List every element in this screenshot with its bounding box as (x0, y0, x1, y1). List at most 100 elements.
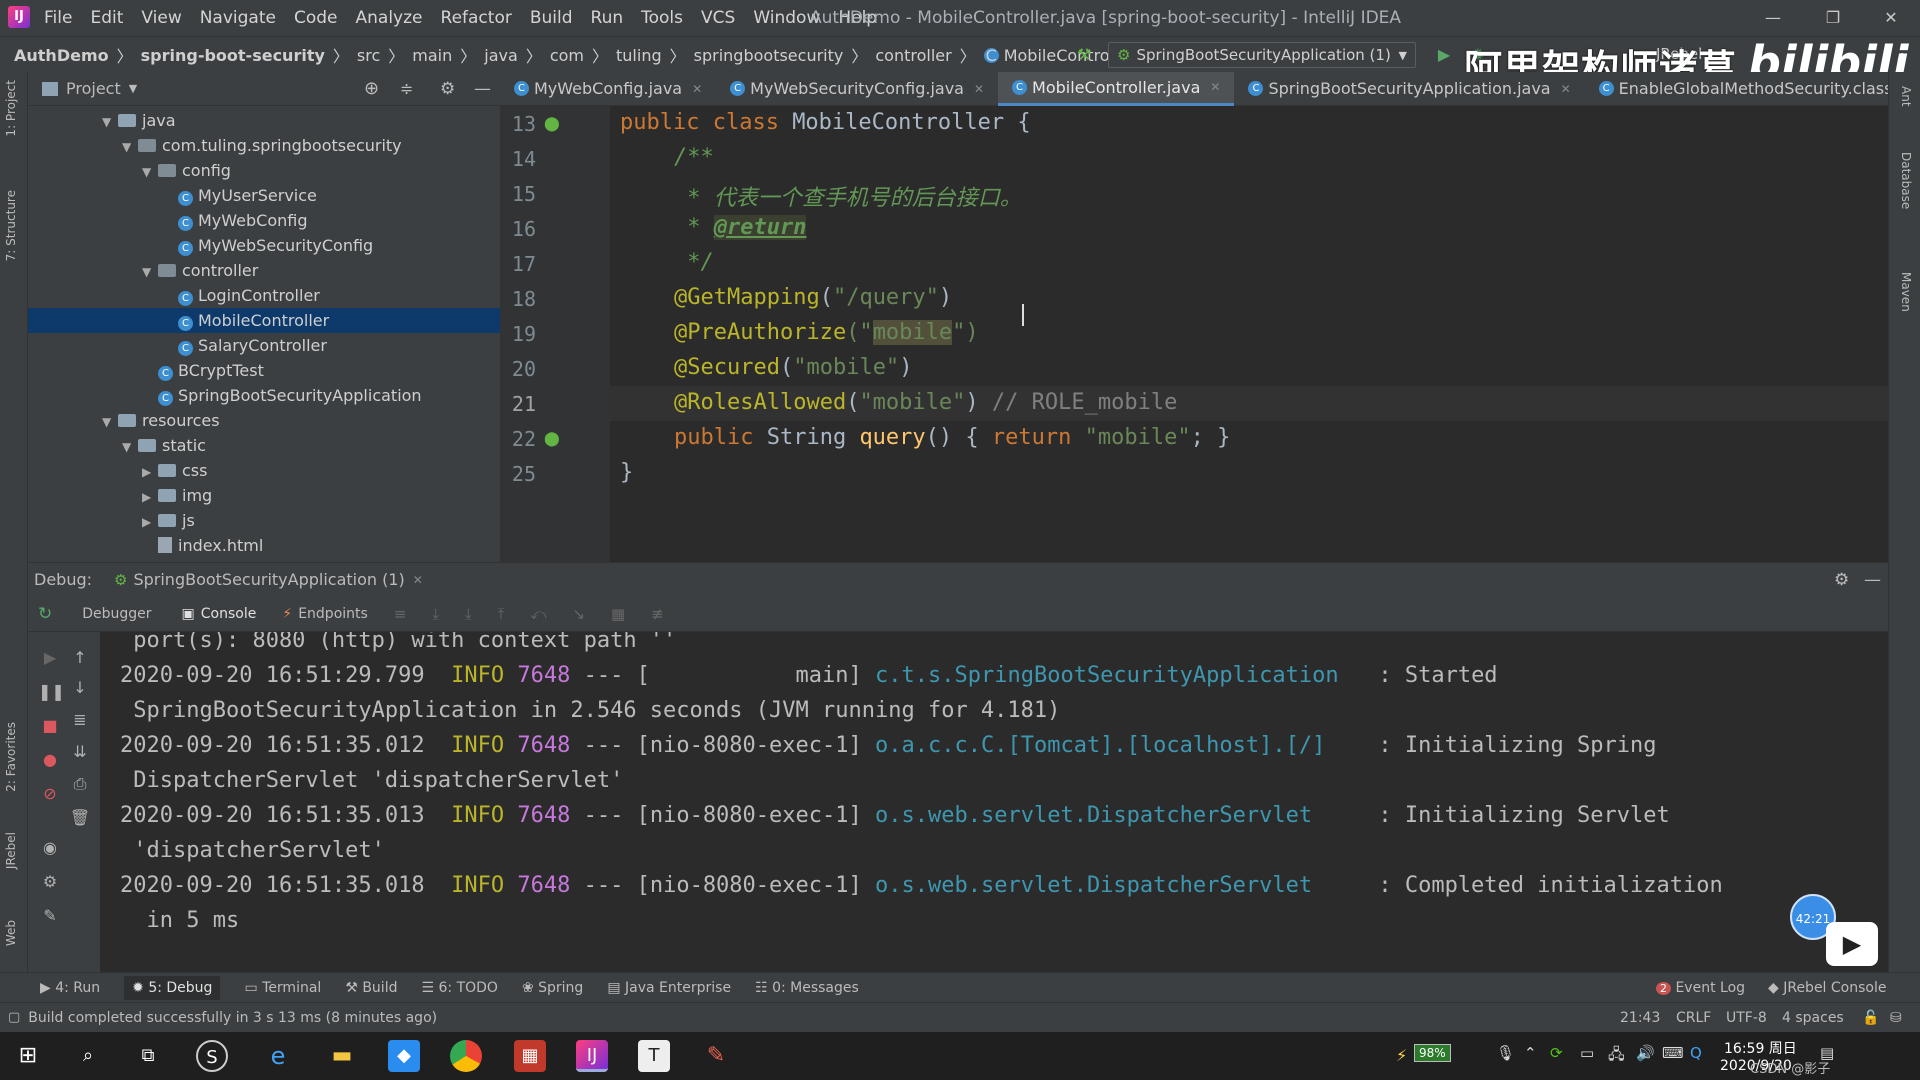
gear-icon[interactable]: ⚙ (440, 79, 455, 99)
tree-item-index-html[interactable]: index.html (28, 533, 500, 558)
tree-item-springbootsecurityapplication[interactable]: C SpringBootSecurityApplication (28, 383, 500, 408)
line-number[interactable]: 15 (500, 182, 536, 206)
battery-icon[interactable]: ▭ (1580, 1044, 1594, 1062)
stop-icon[interactable]: ■ (38, 714, 62, 738)
lock-icon[interactable]: 🔓 (1862, 1010, 1879, 1026)
crumb-main[interactable]: main (412, 46, 452, 65)
trash-icon[interactable]: 🗑 (68, 806, 92, 830)
spring-bean-icon[interactable]: ⬤ (544, 116, 560, 132)
print-icon[interactable]: ⎙ (68, 772, 92, 796)
project-tool-button[interactable]: 1: Project (4, 80, 18, 137)
network-icon[interactable]: 🖧 (1608, 1044, 1625, 1069)
crumb-controller[interactable]: controller (875, 46, 951, 65)
run-icon[interactable]: ▶ (1434, 45, 1454, 65)
line-number[interactable]: 16 (500, 217, 536, 241)
build-hammer-icon[interactable]: ⚒ (1074, 45, 1094, 65)
console-output[interactable]: port(s): 8080 (http) with context path '… (100, 632, 1888, 972)
chrome-icon[interactable] (450, 1040, 482, 1072)
structure-tool-button[interactable]: 7: Structure (4, 190, 18, 261)
mic-icon[interactable]: 🎙 (1496, 1044, 1515, 1062)
soft-wrap-icon[interactable]: ≣ (68, 708, 92, 732)
menu-build[interactable]: Build (530, 8, 573, 28)
chevron-down-icon[interactable]: ▼ (102, 410, 118, 435)
jrebel-tool-button[interactable]: JRebel (4, 832, 18, 869)
tree-item-resources[interactable]: ▼ resources (28, 408, 500, 433)
pin-icon[interactable]: ✎ (38, 904, 62, 928)
pause-icon[interactable]: ❚❚ (38, 680, 65, 704)
run-configuration-select[interactable]: ⚙ SpringBootSecurityApplication (1) ▼ (1108, 42, 1416, 68)
close-icon[interactable]: ✕ (1862, 0, 1920, 36)
chevron-down-icon[interactable]: ▼ (142, 260, 158, 285)
tool-todo[interactable]: ☰ 6: TODO (421, 980, 497, 996)
crumb-tuling[interactable]: tuling (616, 46, 662, 65)
typora-icon[interactable]: T (638, 1040, 670, 1072)
menu-run[interactable]: Run (591, 8, 624, 28)
tree-item-myuserservice[interactable]: C MyUserService (28, 183, 500, 208)
database-tool-button[interactable]: Database (1899, 152, 1913, 209)
menu-code[interactable]: Code (294, 8, 338, 28)
line-number[interactable]: 19 (500, 322, 536, 346)
hide-icon[interactable]: — (1864, 570, 1881, 590)
settings-icon[interactable]: ⚙ (38, 870, 62, 894)
minimize-icon[interactable]: — (1744, 0, 1802, 36)
debug-session-tab[interactable]: SpringBootSecurityApplication (1) (133, 570, 404, 589)
line-number[interactable]: 18 (500, 287, 536, 311)
line-number[interactable]: 25 (500, 462, 536, 486)
keyboard-icon[interactable]: ⌨ (1662, 1044, 1684, 1062)
chevron-down-icon[interactable]: ▼ (142, 160, 158, 185)
project-panel-title[interactable]: Project (66, 79, 121, 98)
chevron-up-icon[interactable]: ⌃ (1524, 1044, 1537, 1062)
camera-icon[interactable]: ◉ (38, 836, 62, 860)
tree-item-static[interactable]: ▼ static (28, 433, 500, 458)
trace-icon[interactable]: ≢ (651, 605, 664, 623)
tree-item-logincontroller[interactable]: C LoginController (28, 283, 500, 308)
scroll-to-end-icon[interactable]: ⇊ (68, 740, 92, 764)
line-number[interactable]: 17 (500, 252, 536, 276)
tab-debugger[interactable]: Debugger (82, 606, 151, 622)
crumb-com[interactable]: com (550, 46, 584, 65)
task-view-icon[interactable]: ⧉ (132, 1040, 164, 1072)
sync-icon[interactable]: ⟳ (1550, 1044, 1563, 1062)
power-icon[interactable]: ⚡ (1396, 1046, 1407, 1065)
close-tab-icon[interactable]: ✕ (1210, 80, 1220, 94)
chevron-down-icon[interactable]: ▼ (122, 135, 138, 160)
tree-item-controller[interactable]: ▼ controller (28, 258, 500, 283)
file-explorer-icon[interactable]: ▬ (326, 1040, 358, 1072)
tree-item-js[interactable]: ▶ js (28, 508, 500, 533)
volume-icon[interactable]: 🔊 (1636, 1044, 1655, 1062)
tree-item-mywebsecurityconfig[interactable]: C MyWebSecurityConfig (28, 233, 500, 258)
caret-position[interactable]: 21:43 (1620, 1010, 1660, 1026)
crumb-src[interactable]: src (357, 46, 380, 65)
evaluate-icon[interactable]: ▦ (611, 605, 625, 623)
mute-breakpoints-icon[interactable]: ⊘ (38, 782, 62, 806)
file-encoding[interactable]: UTF-8 (1726, 1010, 1767, 1026)
tab-springbootsecurityapplication-java[interactable]: C SpringBootSecurityApplication.java ✕ (1234, 72, 1584, 106)
tree-item-mobilecontroller[interactable]: C MobileController (28, 308, 500, 333)
tree-item-img[interactable]: ▶ img (28, 483, 500, 508)
scroll-down-icon[interactable]: ↓ (68, 676, 92, 700)
menu-vcs[interactable]: VCS (701, 8, 735, 28)
tab-mobilecontroller-java[interactable]: C MobileController.java ✕ (998, 71, 1235, 106)
gear-icon[interactable]: ⚙ (1834, 570, 1849, 590)
step-out-icon[interactable]: ⤒ (498, 605, 505, 623)
maven-tool-button[interactable]: Maven (1899, 272, 1913, 312)
ant-tool-button[interactable]: Ant (1899, 86, 1913, 107)
tool-terminal[interactable]: ▭ Terminal (244, 980, 321, 996)
code-editor[interactable]: public class MobileController { /** * 代表… (610, 106, 1888, 562)
resume-icon[interactable]: ▶ (38, 646, 62, 670)
menu-view[interactable]: View (141, 8, 181, 28)
chevron-down-icon[interactable]: ▼ (129, 82, 137, 95)
tree-item-java[interactable]: ▼ java (28, 108, 500, 133)
menu-tools[interactable]: Tools (641, 8, 683, 28)
force-step-into-icon[interactable]: ⤓ (465, 605, 472, 623)
battery-indicator[interactable]: 98% (1414, 1044, 1451, 1062)
tab-console[interactable]: ▣ Console (182, 606, 257, 622)
crumb-springbootsecurity[interactable]: springbootsecurity (694, 46, 844, 65)
line-number[interactable]: 14 (500, 147, 536, 171)
step-into-icon[interactable]: ⤓ (432, 605, 439, 623)
chevron-down-icon[interactable]: ▼ (102, 110, 118, 135)
collapse-icon[interactable]: ≑ (400, 79, 413, 98)
memory-icon[interactable]: ⛁ (1890, 1010, 1902, 1026)
tab-mywebconfig-java[interactable]: C MyWebConfig.java ✕ (500, 72, 716, 106)
tool-event-log[interactable]: 2 Event Log (1656, 980, 1745, 996)
